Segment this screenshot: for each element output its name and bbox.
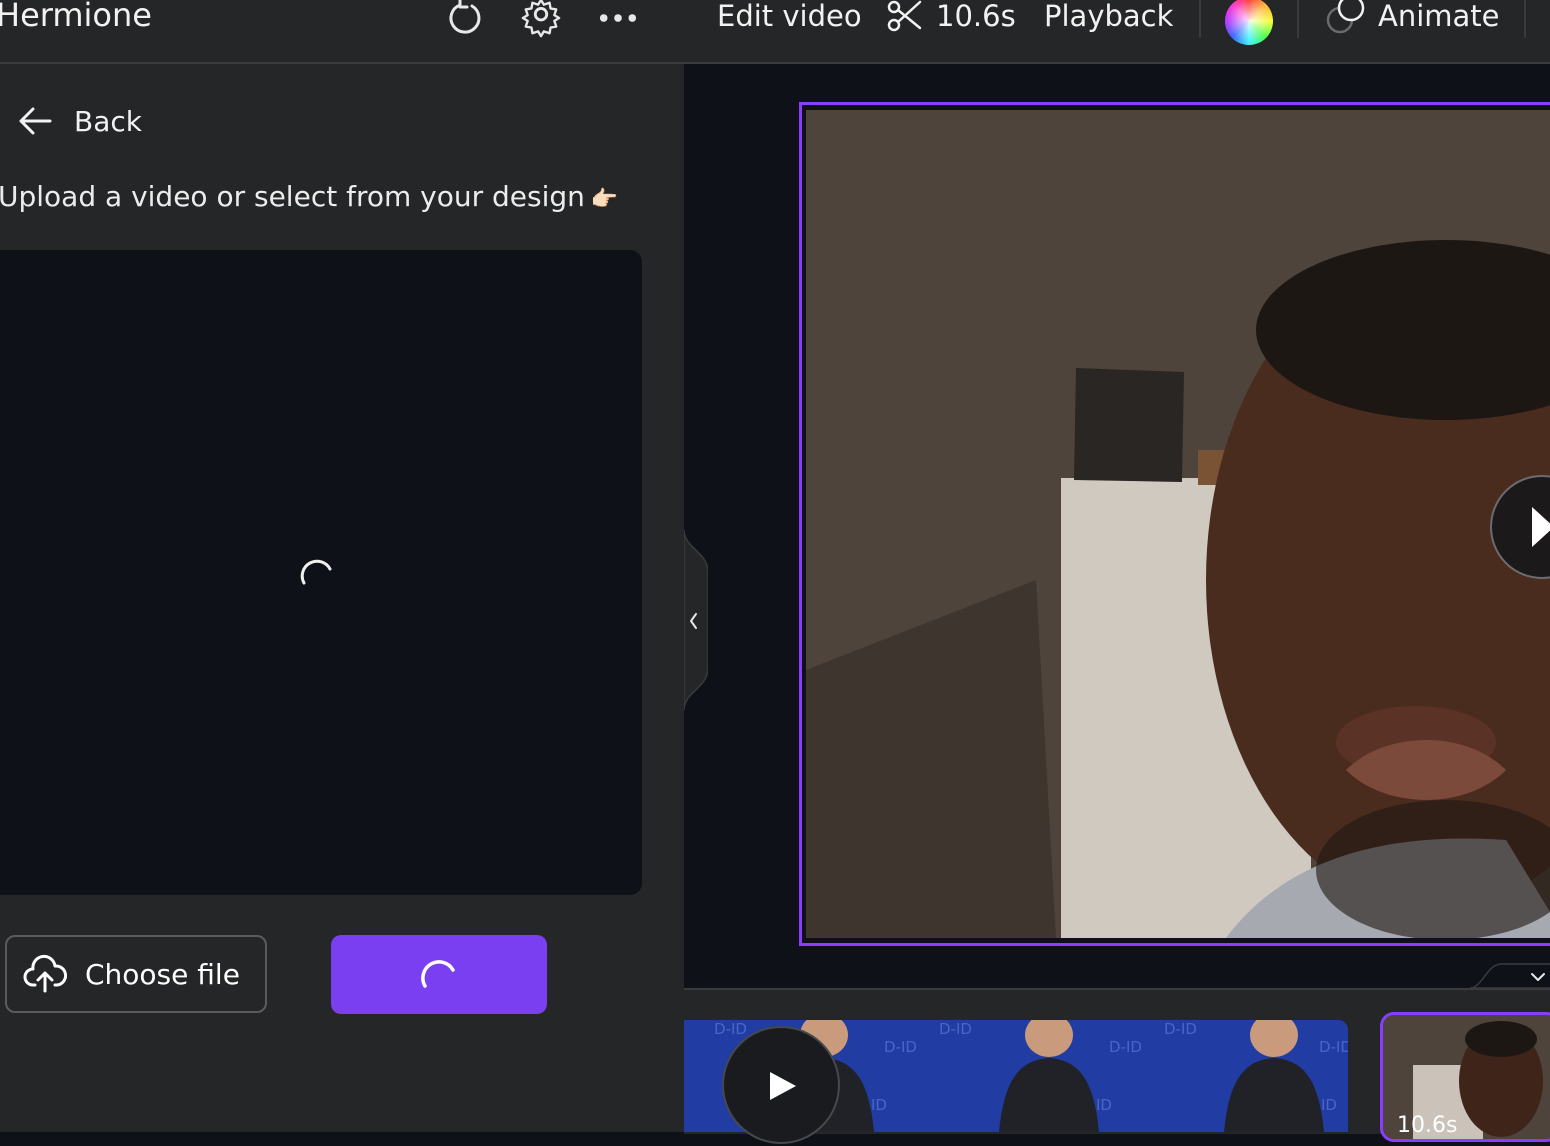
playback-label: Playback bbox=[1044, 0, 1174, 33]
trim-button[interactable]: 10.6s bbox=[886, 0, 1016, 36]
duration-label: 10.6s bbox=[936, 0, 1016, 33]
playback-button[interactable]: Playback bbox=[1044, 0, 1173, 36]
more-options-icon[interactable] bbox=[598, 0, 638, 36]
animate-icon bbox=[1326, 0, 1365, 34]
choose-file-button[interactable]: Choose file bbox=[5, 935, 267, 1013]
upload-instruction-text: Upload a video or select from your desig… bbox=[0, 180, 585, 213]
watermark-text: D-ID bbox=[939, 1020, 972, 1038]
gear-icon[interactable] bbox=[521, 0, 561, 38]
clip-duration-label: 10.6s bbox=[1397, 1113, 1458, 1138]
video-frame-image bbox=[806, 110, 1550, 938]
timeline-play-button[interactable] bbox=[722, 1026, 840, 1144]
timeline-toggle-button[interactable] bbox=[1470, 962, 1550, 988]
generate-button-loading[interactable] bbox=[331, 935, 547, 1014]
editor-toolbar: Edit video 10.6s Playback Animate bbox=[684, 0, 1550, 64]
toolbar-divider bbox=[1297, 0, 1299, 38]
upload-instruction: Upload a video or select from your desig… bbox=[0, 180, 618, 213]
watermark-text: D-ID bbox=[1109, 1038, 1142, 1056]
loading-spinner-icon bbox=[300, 559, 332, 585]
video-play-button[interactable] bbox=[1490, 475, 1550, 579]
play-icon bbox=[770, 1072, 796, 1100]
back-label: Back bbox=[74, 104, 142, 138]
choose-file-label: Choose file bbox=[85, 957, 240, 991]
edit-video-button[interactable]: Edit video bbox=[717, 0, 862, 36]
left-panel: Hermione Back Upload a video or select f… bbox=[0, 0, 684, 1132]
play-icon bbox=[1532, 507, 1550, 547]
collapse-panel-button[interactable] bbox=[684, 530, 708, 710]
selected-timeline-clip[interactable]: 10.6s bbox=[1380, 1012, 1550, 1142]
loading-spinner-icon bbox=[421, 959, 455, 988]
watermark-text: D-ID bbox=[884, 1038, 917, 1056]
scissors-icon bbox=[887, 0, 922, 32]
toolbar-divider bbox=[1199, 0, 1201, 38]
cloud-upload-icon bbox=[23, 954, 67, 993]
refresh-icon[interactable] bbox=[445, 0, 485, 36]
panel-header: Hermione bbox=[0, 0, 684, 64]
watermark-text: D-ID bbox=[1164, 1020, 1197, 1038]
back-button[interactable]: Back bbox=[18, 100, 142, 142]
pointing-hand-icon: 👉🏻 bbox=[590, 187, 619, 212]
watermark-text: D-ID bbox=[1319, 1038, 1348, 1056]
toolbar-divider bbox=[1524, 0, 1526, 38]
app-name: Hermione bbox=[0, 0, 152, 34]
edit-video-label: Edit video bbox=[717, 0, 862, 33]
arrow-left-icon bbox=[19, 107, 52, 135]
animate-label: Animate bbox=[1378, 0, 1500, 33]
color-adjust-icon[interactable] bbox=[1225, 0, 1273, 45]
animate-button[interactable]: Animate bbox=[1326, 0, 1500, 36]
video-thumbnail[interactable] bbox=[806, 110, 1550, 938]
